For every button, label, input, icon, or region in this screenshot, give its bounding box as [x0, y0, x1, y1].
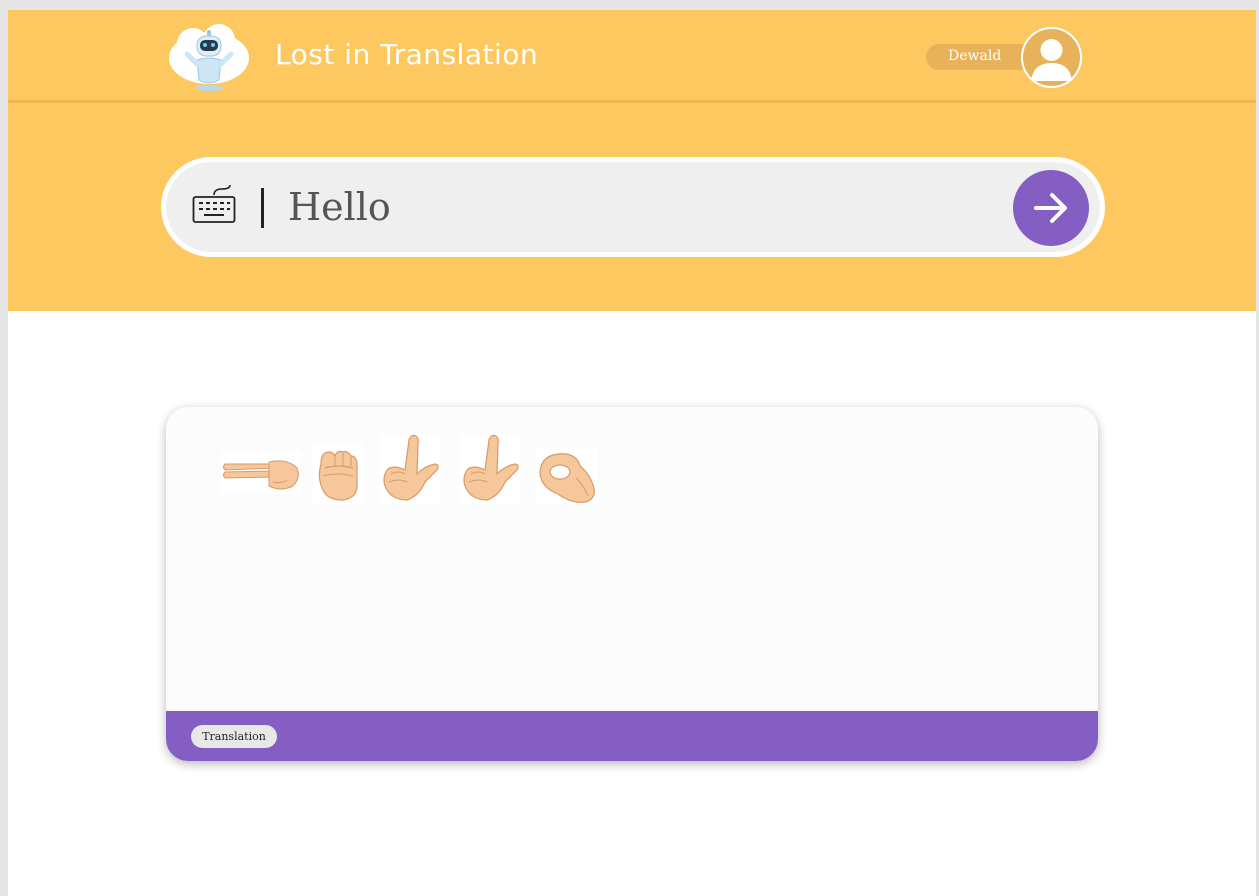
app-page: Lost in Translation Dewald Hello Transla… — [8, 10, 1256, 896]
translate-button[interactable] — [1013, 170, 1089, 246]
translation-tag: Translation — [191, 725, 277, 748]
input-divider — [261, 188, 264, 228]
sign-l-icon — [459, 434, 521, 504]
arrow-right-icon — [1034, 193, 1067, 223]
user-avatar-icon[interactable] — [1021, 27, 1082, 88]
app-title: Lost in Translation — [275, 38, 539, 71]
translation-output-card: Translation — [166, 407, 1098, 761]
navbar: Lost in Translation Dewald — [8, 10, 1256, 103]
robot-logo-icon — [169, 24, 249, 91]
header: Lost in Translation Dewald — [8, 10, 1256, 311]
keyboard-icon — [192, 185, 236, 223]
sign-l-icon — [379, 434, 441, 504]
sign-h-icon — [221, 452, 301, 494]
user-pill[interactable]: Dewald — [926, 44, 1036, 70]
card-footer: Translation — [166, 711, 1098, 761]
sign-o-icon — [536, 448, 598, 504]
translation-input-bar — [161, 157, 1105, 257]
user-name: Dewald — [948, 48, 1002, 64]
sign-e-icon — [313, 444, 363, 504]
translation-input[interactable] — [288, 180, 988, 234]
